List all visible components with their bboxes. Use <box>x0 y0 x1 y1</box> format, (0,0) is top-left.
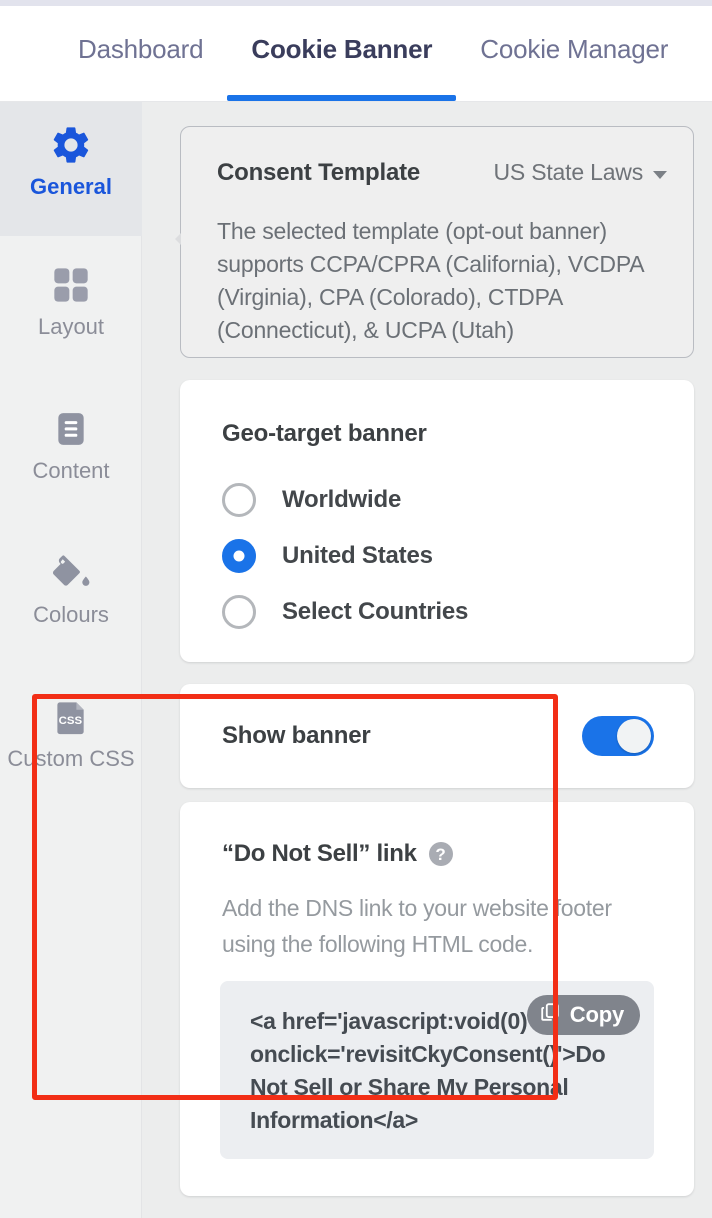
consent-template-description: The selected template (opt-out banner) s… <box>217 218 644 343</box>
radio-button-unchecked-icon[interactable] <box>222 595 256 629</box>
grid-icon <box>51 262 91 308</box>
tab-bar: Dashboard Cookie Banner Cookie Manager <box>0 6 712 102</box>
geo-target-title: Geo-target banner <box>222 420 427 447</box>
consent-template-dropdown[interactable]: US State Laws <box>493 159 667 186</box>
tab-dashboard-label: Dashboard <box>78 34 204 64</box>
radio-option-worldwide[interactable]: Worldwide <box>222 472 674 528</box>
toggle-knob <box>617 719 651 753</box>
sidebar-item-layout[interactable]: Layout <box>0 236 142 380</box>
sidebar-item-layout-label: Layout <box>37 314 105 339</box>
sidebar-item-content[interactable]: Content <box>0 380 142 524</box>
copy-button-label: Copy <box>569 1002 624 1027</box>
chevron-down-icon <box>653 170 667 179</box>
radio-option-select-countries-label: Select Countries <box>282 598 469 625</box>
gear-icon <box>49 122 93 168</box>
radio-option-united-states-label: United States <box>282 542 433 569</box>
consent-template-title: Consent Template <box>217 159 421 186</box>
sidebar-item-content-label: Content <box>32 458 110 483</box>
tab-cookie-banner[interactable]: Cookie Banner <box>227 6 457 101</box>
radio-button-unchecked-icon[interactable] <box>222 483 256 517</box>
consent-template-header: Consent Template US State Laws <box>217 159 667 187</box>
radio-option-select-countries[interactable]: Select Countries <box>222 584 674 640</box>
sidebar-item-general-label: General <box>30 174 112 199</box>
dns-section-highlight <box>32 694 558 1100</box>
sidebar-item-colours[interactable]: Colours <box>0 524 142 668</box>
geo-target-radio-group: Worldwide United States Select Countries <box>222 472 674 640</box>
tab-dashboard[interactable]: Dashboard <box>54 6 227 101</box>
document-icon <box>52 406 90 452</box>
radio-option-worldwide-label: Worldwide <box>282 486 402 513</box>
sidebar-item-general[interactable]: General <box>0 102 142 236</box>
show-banner-toggle[interactable] <box>582 716 654 756</box>
tab-cookie-manager-label: Cookie Manager <box>480 34 669 64</box>
sidebar-item-colours-label: Colours <box>33 602 109 627</box>
radio-button-checked-icon[interactable] <box>222 539 256 573</box>
consent-template-selected-value: US State Laws <box>493 159 643 185</box>
geo-target-card: Geo-target banner Worldwide United State… <box>180 380 694 662</box>
radio-option-united-states[interactable]: United States <box>222 528 674 584</box>
tab-cookie-manager[interactable]: Cookie Manager <box>456 6 692 101</box>
paint-bucket-icon <box>50 550 92 596</box>
consent-template-card: Consent Template US State Laws The selec… <box>175 126 694 358</box>
tab-cookie-banner-label: Cookie Banner <box>251 34 433 64</box>
tab-list: Dashboard Cookie Banner Cookie Manager <box>54 6 692 101</box>
